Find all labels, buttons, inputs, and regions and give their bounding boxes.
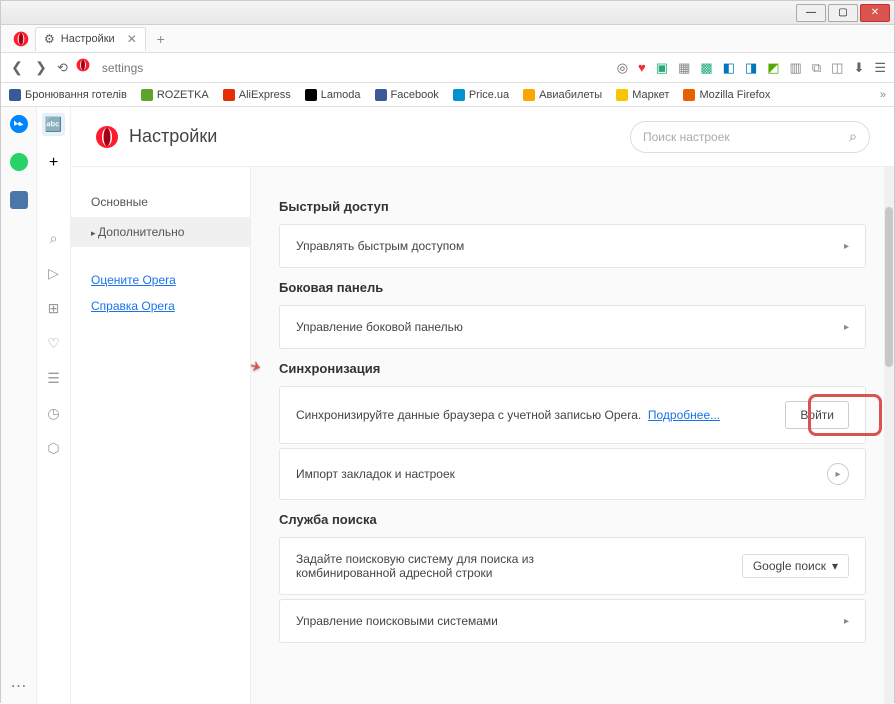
forward-button[interactable]: ❯ [33,59,49,76]
bookmark-item[interactable]: Бронювання готелів [9,89,127,101]
chevron-right-icon: ▸ [844,322,849,333]
section-title-search: Служба поиска [279,512,866,527]
settings-body: Основные Дополнительно Оцените Opera Спр… [71,167,894,704]
maximize-button[interactable]: ▢ [828,4,858,22]
whatsapp-icon[interactable] [10,153,28,171]
row-manage-search-engines[interactable]: Управление поисковыми системами ▸ [279,599,866,643]
tab-title: Настройки [61,33,115,45]
ext-icon[interactable]: ▦ [678,60,690,76]
bookmark-item[interactable]: Price.ua [453,89,509,101]
close-button[interactable]: ✕ [860,4,890,22]
row-sync: Синхронизируйте данные браузера с учетно… [279,386,866,444]
bookmarks-overflow-icon[interactable]: » [880,89,886,101]
section-title-sidebar: Боковая панель [279,280,866,295]
annotation-arrow: ➸ [251,338,268,390]
settings-search-input[interactable]: Поиск настроек ⌕ [630,121,870,153]
learn-more-link[interactable]: Подробнее... [648,408,720,422]
main-toolbar: ❮ ❯ ⟲ settings ◎ ♥ ▣ ▦ ▩ ◧ ◨ ◩ ▥ ⧉ ◫ ⬇ ☰ [1,53,894,83]
nav-advanced[interactable]: Дополнительно [71,217,250,247]
vk-icon[interactable] [10,191,28,209]
search-icon: ⌕ [849,128,857,145]
section-title-sync: Синхронизация [279,361,866,376]
row-import-bookmarks[interactable]: Импорт закладок и настроек ▸ [279,448,866,500]
scrollbar[interactable] [884,167,894,704]
ext-icon[interactable]: ◨ [745,60,757,76]
heart-icon[interactable]: ♡ [47,335,60,352]
chevron-right-icon: ▸ [844,616,849,627]
nav-basic[interactable]: Основные [71,187,250,217]
bookmark-item[interactable]: Lamoda [305,89,361,101]
row-manage-quick-access[interactable]: Управлять быстрым доступом ▸ [279,224,866,268]
ext-icon[interactable]: ▥ [790,60,802,76]
page-title: Настройки [129,126,217,147]
settings-page: Настройки Поиск настроек ⌕ Основные Допо… [71,107,894,704]
add-panel-icon[interactable]: + [49,154,58,172]
news-icon[interactable]: ☰ [47,370,60,387]
box-icon[interactable]: ⬡ [47,440,59,457]
send-icon[interactable]: ▷ [48,265,59,282]
row-search-engine: Задайте поисковую систему для поиска из … [279,537,866,595]
inner-sidebar: 🔤 + ⌕ ▷ ⊞ ♡ ☰ ◷ ⬡ [37,107,71,704]
nav-rate-link[interactable]: Оцените Opera [71,267,250,293]
minimize-button[interactable]: — [796,4,826,22]
camera-icon[interactable]: ◎ [617,60,628,76]
toolbar-icons: ◎ ♥ ▣ ▦ ▩ ◧ ◨ ◩ ▥ ⧉ ◫ ⬇ ☰ [617,60,886,76]
search-placeholder: Поиск настроек [643,130,730,144]
new-tab-button[interactable]: + [150,28,172,50]
browser-sidebar: ⋯ [1,107,37,704]
search-engine-select[interactable]: Google поиск ▾ [742,554,849,578]
reload-button[interactable]: ⟲ [57,60,68,76]
apps-icon[interactable]: ⊞ [48,300,60,317]
nav-help-link[interactable]: Справка Opera [71,293,250,319]
bookmark-item[interactable]: Facebook [375,89,439,101]
opera-icon [13,31,29,47]
ext-icon[interactable]: ◧ [723,60,735,76]
bookmark-item[interactable]: Mozilla Firefox [683,89,770,101]
window-titlebar: — ▢ ✕ [1,1,894,25]
tab-bar: ⚙ Настройки ✕ + [1,25,894,53]
chevron-down-icon: ▾ [832,559,838,573]
address-bar[interactable]: settings [98,61,609,75]
sidebar-settings-icon[interactable]: ⋯ [11,676,27,696]
chevron-right-icon: ▸ [844,241,849,252]
scroll-thumb[interactable] [885,207,893,367]
opera-icon [95,125,119,149]
opera-menu-button[interactable] [7,25,35,53]
bookmark-item[interactable]: Авиабилеты [523,89,602,101]
main-area: ⋯ 🔤 + ⌕ ▷ ⊞ ♡ ☰ ◷ ⬡ Настройки Поиск наст… [1,107,894,704]
download-icon[interactable]: ⬇ [853,60,864,76]
sidebar-toggle-icon[interactable]: ☰ [874,60,886,76]
search-icon[interactable]: ⌕ [50,230,58,247]
browser-tab-settings[interactable]: ⚙ Настройки ✕ [35,27,146,51]
chevron-right-icon: ▸ [827,463,849,485]
ext-icon[interactable]: ◫ [831,60,843,76]
settings-header: Настройки Поиск настроек ⌕ [71,107,894,167]
messenger-icon[interactable] [10,115,28,133]
translate-icon[interactable]: 🔤 [42,113,65,136]
ext-icon[interactable]: ◩ [767,60,779,76]
history-icon[interactable]: ◷ [47,405,59,422]
bookmark-item[interactable]: AliExpress [223,89,291,101]
section-title-quick-access: Быстрый доступ [279,199,866,214]
back-button[interactable]: ❮ [9,59,25,76]
save-icon[interactable]: ▣ [656,60,668,76]
login-button[interactable]: Войти [785,401,849,429]
bookmarks-bar: Бронювання готелів ROZETKA AliExpress La… [1,83,894,107]
ext-icon[interactable]: ▩ [700,60,712,76]
heart-icon[interactable]: ♥ [638,60,646,75]
row-manage-sidebar[interactable]: Управление боковой панелью ▸ [279,305,866,349]
settings-nav: Основные Дополнительно Оцените Opera Спр… [71,167,251,704]
ext-icon[interactable]: ⧉ [812,60,821,76]
gear-icon: ⚙ [44,32,55,46]
bookmark-item[interactable]: ROZETKA [141,89,209,101]
opera-icon [76,58,90,77]
settings-panel: Быстрый доступ Управлять быстрым доступо… [251,167,894,704]
bookmark-item[interactable]: Маркет [616,89,669,101]
tab-close-icon[interactable]: ✕ [127,32,137,46]
